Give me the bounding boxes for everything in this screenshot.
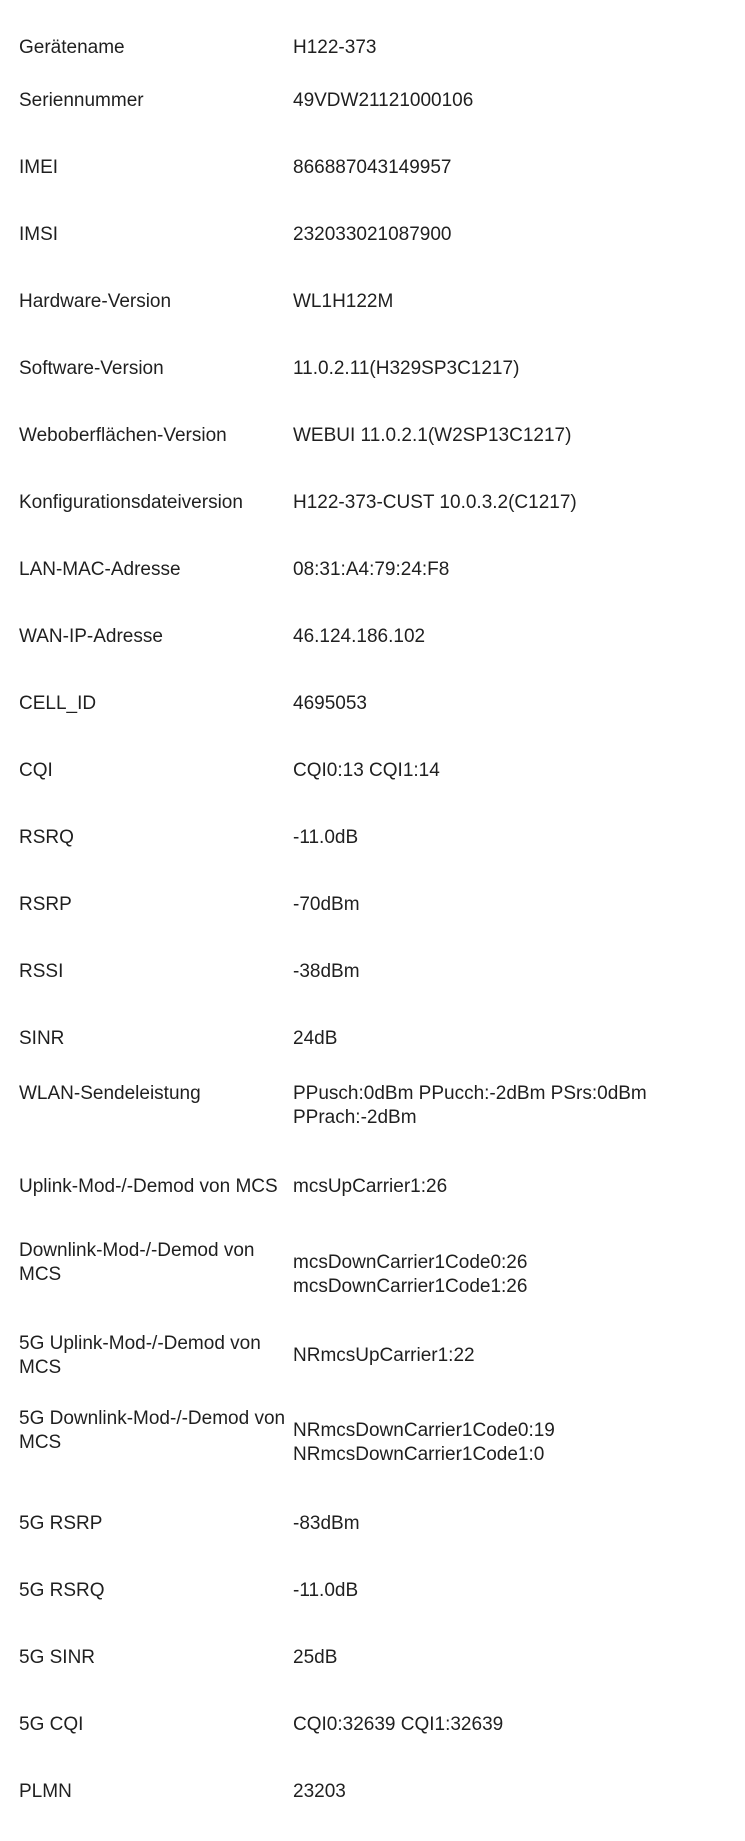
- label-wan-ip: WAN-IP-Adresse: [19, 625, 163, 647]
- info-row-sinr: SINR 24dB: [0, 1005, 745, 1072]
- value-5g-uplink-mcs: NRmcsUpCarrier1:22: [293, 1345, 475, 1366]
- info-row-config-file-version: Konfigurationsdateiversion H122-373-CUST…: [0, 469, 745, 536]
- value-config-file-version: H122-373-CUST 10.0.3.2(C1217): [293, 491, 577, 513]
- info-row-serial-number: Seriennummer 49VDW21121000106: [0, 67, 745, 134]
- value-uplink-mcs: mcsUpCarrier1:26: [293, 1176, 448, 1197]
- info-row-rsrp: RSRP -70dBm: [0, 871, 745, 938]
- info-row-5g-rsrp: 5G RSRP -83dBm: [0, 1490, 745, 1557]
- label-cell-id: CELL_ID: [19, 692, 97, 714]
- value-downlink-mcs: mcsDownCarrier1Code0:26 mcsDownCarrier1C…: [293, 1252, 528, 1297]
- value-wan-ip: 46.124.186.102: [293, 625, 426, 647]
- value-software-version: 11.0.2.11(H329SP3C1217): [293, 357, 520, 379]
- value-5g-rsrq: -11.0dB: [293, 1579, 359, 1601]
- label-downlink-mcs: Downlink-Mod-/-Demod von MCS: [19, 1240, 255, 1285]
- info-row-5g-cqi: 5G CQI CQI0:32639 CQI1:32639: [0, 1691, 745, 1758]
- label-5g-uplink-mcs: 5G Uplink-Mod-/-Demod von MCS: [19, 1333, 261, 1378]
- value-rsrq: -11.0dB: [293, 826, 359, 848]
- info-row-imsi: IMSI 232033021087900: [0, 201, 745, 268]
- value-imsi: 232033021087900: [293, 223, 452, 245]
- info-row-software-version: Software-Version 11.0.2.11(H329SP3C1217): [0, 335, 745, 402]
- label-rsrq: RSRQ: [19, 826, 74, 848]
- info-row-imei: IMEI 866887043149957: [0, 134, 745, 201]
- value-device-name: H122-373: [293, 37, 377, 58]
- info-row-rssi: RSSI -38dBm: [0, 938, 745, 1005]
- info-row-plmn: PLMN 23203: [0, 1758, 745, 1825]
- info-row-webui-version: Weboberflächen-Version WEBUI 11.0.2.1(W2…: [0, 402, 745, 469]
- value-5g-cqi: CQI0:32639 CQI1:32639: [293, 1713, 504, 1735]
- label-5g-rsrp: 5G RSRP: [19, 1512, 103, 1534]
- info-row-wan-ip: WAN-IP-Adresse 46.124.186.102: [0, 603, 745, 670]
- info-row-downlink-mcs: Downlink-Mod-/-Demod von MCS mcsDownCarr…: [0, 1227, 745, 1317]
- label-hardware-version: Hardware-Version: [19, 290, 172, 312]
- label-5g-sinr: 5G SINR: [19, 1646, 96, 1668]
- value-wlan-tx-power: PPusch:0dBm PPucch:-2dBm PSrs:0dBm PPrac…: [293, 1083, 647, 1128]
- label-5g-rsrq: 5G RSRQ: [19, 1579, 105, 1601]
- label-5g-downlink-mcs: 5G Downlink-Mod-/-Demod von MCS: [19, 1408, 286, 1453]
- info-row-rsrq: RSRQ -11.0dB: [0, 804, 745, 871]
- label-plmn: PLMN: [19, 1780, 72, 1802]
- info-row-wlan-tx-power: WLAN-Sendeleistung PPusch:0dBm PPucch:-2…: [0, 1072, 745, 1147]
- label-cqi: CQI: [19, 759, 53, 781]
- value-imei: 866887043149957: [293, 156, 452, 178]
- label-imei: IMEI: [19, 156, 59, 178]
- label-rsrp: RSRP: [19, 893, 72, 915]
- value-plmn: 23203: [293, 1780, 346, 1802]
- value-cell-id: 4695053: [293, 692, 367, 714]
- info-row-5g-downlink-mcs: 5G Downlink-Mod-/-Demod von MCS NRmcsDow…: [0, 1395, 745, 1490]
- label-5g-cqi: 5G CQI: [19, 1713, 84, 1735]
- value-rssi: -38dBm: [293, 960, 360, 982]
- label-wlan-tx-power: WLAN-Sendeleistung: [19, 1083, 201, 1104]
- info-row-5g-uplink-mcs: 5G Uplink-Mod-/-Demod von MCS NRmcsUpCar…: [0, 1317, 745, 1395]
- value-webui-version: WEBUI 11.0.2.1(W2SP13C1217): [293, 424, 572, 446]
- value-sinr: 24dB: [293, 1027, 338, 1049]
- info-row-5g-sinr: 5G SINR 25dB: [0, 1624, 745, 1691]
- label-webui-version: Weboberflächen-Version: [19, 424, 227, 446]
- info-row-hardware-version: Hardware-Version WL1H122M: [0, 268, 745, 335]
- value-5g-downlink-mcs: NRmcsDownCarrier1Code0:19 NRmcsDownCarri…: [293, 1420, 555, 1465]
- label-imsi: IMSI: [19, 223, 59, 245]
- label-device-name: Gerätename: [19, 37, 125, 58]
- value-serial-number: 49VDW21121000106: [293, 89, 474, 111]
- label-uplink-mcs: Uplink-Mod-/-Demod von MCS: [19, 1176, 278, 1197]
- info-row-cqi: CQI CQI0:13 CQI1:14: [0, 737, 745, 804]
- info-row-5g-rsrq: 5G RSRQ -11.0dB: [0, 1557, 745, 1624]
- label-serial-number: Seriennummer: [19, 89, 144, 111]
- device-info-list: Gerätename H122-373 Seriennummer 49VDW21…: [0, 0, 745, 1825]
- info-row-cell-id: CELL_ID 4695053: [0, 670, 745, 737]
- value-5g-sinr: 25dB: [293, 1646, 338, 1668]
- label-software-version: Software-Version: [19, 357, 164, 379]
- label-rssi: RSSI: [19, 960, 64, 982]
- value-hardware-version: WL1H122M: [293, 290, 394, 312]
- label-config-file-version: Konfigurationsdateiversion: [19, 491, 243, 513]
- value-lan-mac: 08:31:A4:79:24:F8: [293, 558, 450, 580]
- info-row-uplink-mcs: Uplink-Mod-/-Demod von MCS mcsUpCarrier1…: [0, 1147, 745, 1227]
- value-rsrp: -70dBm: [293, 893, 360, 915]
- info-row-lan-mac: LAN-MAC-Adresse 08:31:A4:79:24:F8: [0, 536, 745, 603]
- value-5g-rsrp: -83dBm: [293, 1512, 360, 1534]
- value-cqi: CQI0:13 CQI1:14: [293, 759, 440, 781]
- label-sinr: SINR: [19, 1027, 65, 1049]
- label-lan-mac: LAN-MAC-Adresse: [19, 558, 181, 580]
